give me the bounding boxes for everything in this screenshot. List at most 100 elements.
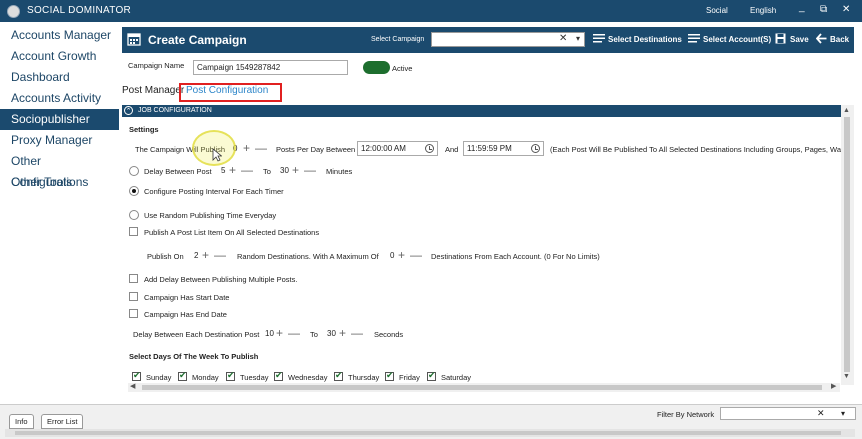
select-campaign-dropdown[interactable]: ✕ ▾ (431, 32, 585, 47)
minus-icon[interactable]: — (410, 248, 422, 262)
sunday-checkbox[interactable] (132, 370, 141, 381)
destination-delay-to-stepper[interactable]: 30 + — (327, 326, 369, 341)
highlight-box (179, 83, 282, 102)
destination-delay-from-value: 10 (265, 329, 274, 338)
publish-all-label: Publish A Post List Item On All Selected… (144, 228, 320, 237)
minus-icon[interactable]: — (351, 326, 363, 340)
minus-icon[interactable]: — (288, 326, 300, 340)
close-button[interactable]: ✕ (842, 4, 850, 15)
back-label: Back (830, 35, 850, 44)
thursday-checkbox[interactable] (334, 370, 343, 381)
max-destinations-value: 0 (390, 251, 395, 260)
wednesday-checkbox[interactable] (274, 370, 283, 381)
tuesday-checkbox[interactable] (226, 370, 235, 381)
clear-icon[interactable]: ✕ (559, 33, 567, 44)
sidebar-item-accounts-manager[interactable]: Accounts Manager (0, 25, 119, 46)
random-time-label: Use Random Publishing Time Everyday (144, 211, 277, 220)
saturday-label: Saturday (441, 373, 472, 382)
plus-icon[interactable]: + (202, 248, 209, 262)
clear-icon[interactable]: ✕ (817, 407, 825, 420)
campaign-name-input[interactable]: Campaign 1549287842 (193, 60, 348, 75)
sidebar-item-dashboard[interactable]: Dashboard (0, 67, 119, 88)
minutes-label: Minutes (326, 167, 353, 176)
active-label: Active (392, 64, 413, 73)
menu-language[interactable]: English (750, 6, 776, 15)
plus-icon[interactable]: + (229, 163, 236, 177)
select-campaign-label: Select Campaign (371, 36, 425, 43)
tab-info[interactable]: Info (9, 414, 34, 429)
horizontal-scroll-thumb[interactable] (142, 385, 822, 390)
sidebar-item-accounts-activity[interactable]: Accounts Activity (0, 88, 119, 109)
restore-button[interactable]: ⧉ (820, 4, 827, 15)
destination-delay-from-stepper[interactable]: 10 + — (265, 326, 307, 341)
list-icon (593, 34, 605, 43)
plus-icon[interactable]: + (292, 163, 299, 177)
end-date-checkbox[interactable] (129, 309, 138, 318)
vertical-scrollbar[interactable]: ▲ ▼ (841, 105, 854, 385)
delay-between-post-radio[interactable] (129, 166, 139, 176)
sidebar-item-other-tools[interactable]: Other Tools (0, 172, 119, 193)
collapse-icon[interactable]: ⌃ (124, 106, 133, 115)
sidebar-item-sociopublisher[interactable]: Sociopublisher (0, 109, 119, 130)
plus-icon[interactable]: + (276, 326, 283, 340)
start-date-checkbox[interactable] (129, 292, 138, 301)
menu-social[interactable]: Social (706, 6, 728, 15)
saturday-checkbox[interactable] (427, 370, 436, 381)
clock-icon[interactable] (425, 144, 434, 153)
posts-per-day-label: Posts Per Day Between (276, 145, 356, 154)
publish-on-stepper[interactable]: 2 + — (194, 248, 232, 263)
sidebar-item-account-growth[interactable]: Account Growth (0, 46, 119, 67)
thursday-label: Thursday (348, 373, 380, 382)
save-label: Save (790, 35, 809, 44)
publish-on-label: Publish On (147, 252, 184, 261)
bottom-horizontal-scrollbar[interactable] (5, 429, 855, 437)
minimize-button[interactable]: _ (799, 2, 805, 13)
bottom-panel: Info Error List Filter By Network ✕ ▾ (0, 404, 862, 439)
end-time-value: 11:59:59 PM (467, 144, 512, 153)
tab-post-manager[interactable]: Post Manager (122, 85, 184, 96)
friday-label: Friday (399, 373, 420, 382)
publish-all-checkbox[interactable] (129, 227, 138, 236)
calendar-icon (127, 33, 141, 46)
to-label: To (310, 330, 318, 339)
active-toggle[interactable] (363, 61, 390, 74)
clock-icon[interactable] (531, 144, 540, 153)
plus-icon[interactable]: + (339, 326, 346, 340)
posts-per-day-stepper[interactable]: 0 + — (233, 141, 273, 156)
settings-heading: Settings (129, 125, 159, 134)
start-date-label: Campaign Has Start Date (144, 293, 230, 302)
plus-icon[interactable]: + (243, 141, 250, 155)
max-destinations-stepper[interactable]: 0 + — (390, 248, 428, 263)
vertical-scroll-thumb[interactable] (844, 117, 850, 372)
chevron-down-icon[interactable]: ▾ (841, 407, 845, 420)
start-time-input[interactable]: 12:00:00 AM (357, 141, 438, 156)
minus-icon[interactable]: — (255, 141, 267, 155)
chevron-down-icon[interactable]: ▾ (576, 34, 580, 43)
sidebar-item-other-configurations[interactable]: Other Configurations (0, 151, 119, 189)
delay-to-stepper[interactable]: 30 + — (280, 163, 322, 178)
monday-checkbox[interactable] (178, 370, 187, 381)
filter-network-dropdown[interactable]: ✕ ▾ (720, 407, 856, 420)
minus-icon[interactable]: — (241, 163, 253, 177)
horizontal-scrollbar[interactable]: ◀ ▶ (128, 383, 840, 392)
end-time-input[interactable]: 11:59:59 PM (463, 141, 544, 156)
sidebar: Accounts Manager Account Growth Dashboar… (0, 22, 120, 392)
arrow-left-icon (816, 33, 827, 44)
plus-icon[interactable]: + (398, 248, 405, 262)
delay-from-stepper[interactable]: 5 + — (221, 163, 259, 178)
job-configuration-header[interactable]: ⌃ JOB CONFIGURATION (122, 105, 841, 117)
mouse-pointer-icon (212, 148, 222, 162)
minus-icon[interactable]: — (304, 163, 316, 177)
bottom-scroll-thumb[interactable] (15, 431, 841, 435)
title-bar: SOCIAL DOMINATOR Social English _ ⧉ ✕ (0, 0, 862, 22)
sidebar-item-proxy-manager[interactable]: Proxy Manager (0, 130, 119, 151)
configure-interval-radio[interactable] (129, 186, 139, 196)
random-time-radio[interactable] (129, 210, 139, 220)
minus-icon[interactable]: — (214, 248, 226, 262)
and-label: And (445, 145, 459, 154)
tuesday-label: Tuesday (240, 373, 269, 382)
tab-error-list[interactable]: Error List (41, 414, 84, 429)
add-delay-checkbox[interactable] (129, 274, 138, 283)
friday-checkbox[interactable] (385, 370, 394, 381)
end-date-label: Campaign Has End Date (144, 310, 227, 319)
